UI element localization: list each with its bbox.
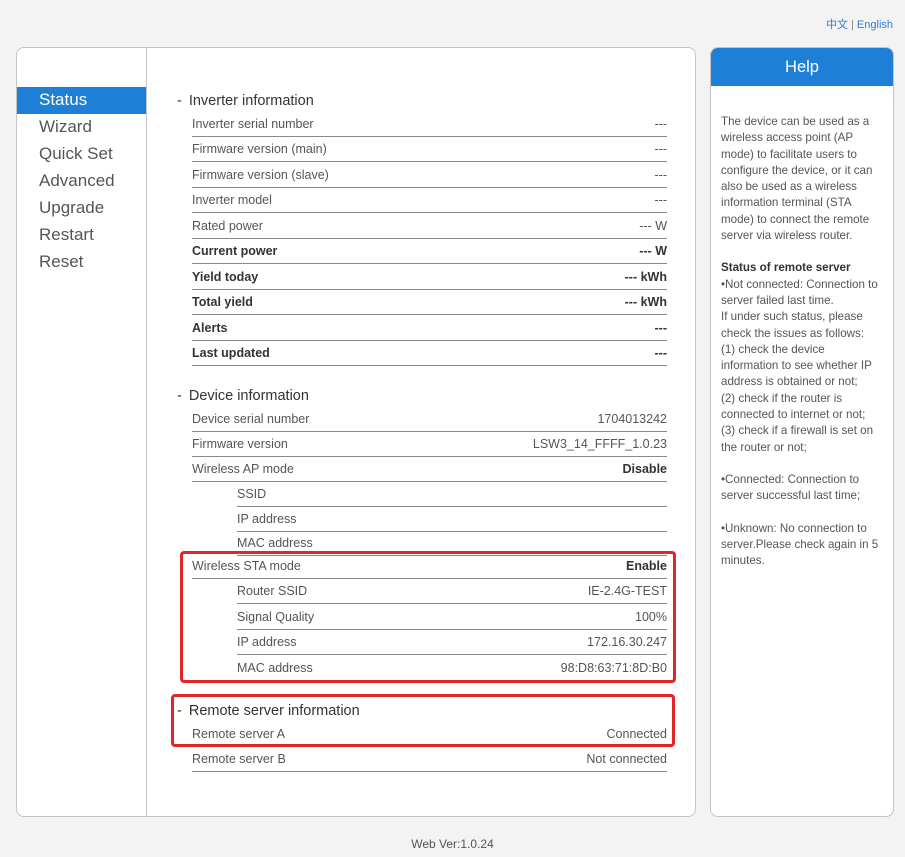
language-switch: 中文 | English: [826, 16, 893, 32]
row-rated-power: Rated power --- W: [192, 215, 667, 239]
row-last-updated: Last updated ---: [192, 342, 667, 366]
sta-highlight-box: [180, 551, 676, 683]
help-check-1: (1) check the device information to see …: [721, 342, 872, 389]
help-if-under: If under such status, please check the i…: [721, 310, 865, 340]
help-check-3: (3) check if a firewall is set on the ro…: [721, 424, 874, 454]
label: Wireless AP mode: [192, 462, 294, 476]
label: Inverter serial number: [192, 117, 314, 131]
help-intro: The device can be used as a wireless acc…: [721, 115, 873, 243]
help-body: The device can be used as a wireless acc…: [711, 86, 893, 569]
help-title: Help: [711, 48, 893, 86]
label: Rated power: [192, 219, 263, 233]
value: ---: [654, 193, 668, 207]
value: --- kWh: [624, 270, 667, 284]
main-panel: Status Wizard Quick Set Advanced Upgrade…: [16, 47, 696, 817]
row-ap-mode: Wireless AP mode Disable: [192, 458, 667, 482]
lang-english-link[interactable]: English: [857, 19, 893, 31]
nav-item-reset[interactable]: Reset: [17, 249, 146, 276]
help-not-connected: •Not connected: Connection to server fai…: [721, 277, 878, 307]
device-title-text: Device information: [188, 388, 309, 404]
web-version: Web Ver:1.0.24: [411, 837, 494, 851]
row-current-power: Current power --- W: [192, 240, 667, 264]
row-device-firmware: Firmware version LSW3_14_FFFF_1.0.23: [192, 433, 667, 457]
value: 1704013242: [597, 412, 667, 426]
help-check-2: (2) check if the router is connected to …: [721, 391, 866, 422]
row-fw-slave: Firmware version (slave) ---: [192, 164, 667, 188]
value: ---: [654, 346, 668, 360]
value: ---: [654, 168, 668, 182]
device-section-title[interactable]: - Device information: [177, 388, 309, 404]
remote-highlight-box: [171, 694, 675, 747]
label: Firmware version (main): [192, 142, 327, 156]
label: Last updated: [192, 346, 270, 360]
label: MAC address: [237, 536, 313, 550]
row-ap-ip: IP address: [237, 508, 667, 532]
label: Alerts: [192, 321, 228, 335]
sidebar-nav: Status Wizard Quick Set Advanced Upgrade…: [17, 48, 147, 816]
value: Not connected: [586, 752, 667, 766]
inverter-title-text: Inverter information: [188, 93, 314, 109]
row-inverter-serial: Inverter serial number ---: [192, 113, 667, 137]
nav-item-restart[interactable]: Restart: [17, 222, 146, 249]
value: --- W: [639, 219, 667, 233]
help-unknown: •Unknown: No connection to server.Please…: [721, 521, 879, 568]
value: ---: [654, 142, 668, 156]
row-ap-ssid: SSID: [237, 483, 667, 507]
value: ---: [654, 321, 668, 335]
help-connected: •Connected: Connection to server success…: [721, 472, 861, 503]
nav-item-wizard[interactable]: Wizard: [17, 114, 146, 141]
row-remote-server-b: Remote server B Not connected: [192, 748, 667, 772]
value: --- W: [639, 244, 667, 258]
label: Firmware version: [192, 437, 288, 451]
row-yield-today: Yield today --- kWh: [192, 266, 667, 290]
nav-item-status[interactable]: Status: [17, 87, 146, 114]
nav-item-quick-set[interactable]: Quick Set: [17, 141, 146, 168]
label: Total yield: [192, 295, 253, 309]
help-status-title: Status of remote server: [721, 261, 851, 275]
value: Disable: [622, 462, 667, 476]
label: IP address: [237, 512, 297, 526]
row-device-serial: Device serial number 1704013242: [192, 408, 667, 432]
label: Current power: [192, 244, 278, 258]
row-total-yield: Total yield --- kWh: [192, 291, 667, 315]
value: --- kWh: [624, 295, 667, 309]
label: Remote server B: [192, 752, 286, 766]
row-inverter-model: Inverter model ---: [192, 189, 667, 213]
nav-item-advanced[interactable]: Advanced: [17, 168, 146, 195]
label: Device serial number: [192, 412, 310, 426]
row-fw-main: Firmware version (main) ---: [192, 138, 667, 162]
inverter-section-title[interactable]: - Inverter information: [177, 93, 314, 109]
label: Firmware version (slave): [192, 168, 329, 182]
row-alerts: Alerts ---: [192, 317, 667, 341]
label: SSID: [237, 487, 267, 501]
label: Inverter model: [192, 193, 272, 207]
lang-chinese-link[interactable]: 中文: [826, 19, 848, 31]
value: ---: [654, 117, 668, 131]
label: Yield today: [192, 270, 259, 284]
help-panel: Help The device can be used as a wireles…: [710, 47, 894, 817]
value: LSW3_14_FFFF_1.0.23: [532, 437, 667, 451]
nav-item-upgrade[interactable]: Upgrade: [17, 195, 146, 222]
lang-separator: |: [851, 19, 854, 31]
